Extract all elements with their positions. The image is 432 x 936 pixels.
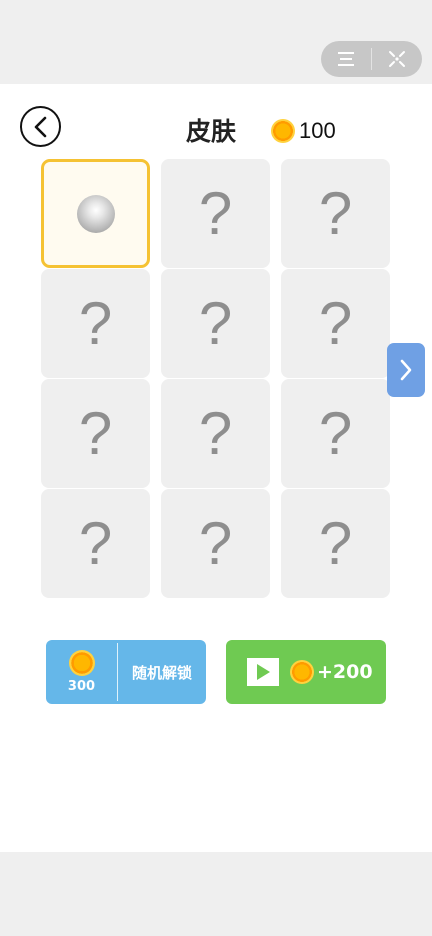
bottom-bar <box>0 852 432 936</box>
skin-cell-locked[interactable]: ? <box>161 159 270 268</box>
coin-icon <box>68 650 95 676</box>
menu-icon <box>338 52 354 66</box>
skin-cell-locked[interactable]: ? <box>41 489 150 598</box>
coin-balance: 100 <box>271 116 336 146</box>
close-target-icon <box>389 51 405 67</box>
coin-count: 100 <box>299 118 336 143</box>
skin-cell-locked[interactable]: ? <box>281 379 390 488</box>
skin-grid: ??????????? <box>41 159 390 598</box>
skin-cell-locked[interactable]: ? <box>281 489 390 598</box>
play-icon <box>257 664 270 680</box>
locked-question-mark: ? <box>78 399 113 467</box>
skin-cell-locked[interactable]: ? <box>281 269 390 378</box>
capsule-close-button[interactable] <box>372 41 422 77</box>
locked-question-mark: ? <box>198 399 233 467</box>
page-title: 皮肤 <box>186 117 237 146</box>
chevron-left-icon <box>34 116 46 137</box>
unlock-price: 300 <box>46 640 117 704</box>
locked-question-mark: ? <box>318 289 353 357</box>
locked-question-mark: ? <box>318 179 353 247</box>
watch-video-button[interactable]: +200 <box>226 640 386 704</box>
random-unlock-button[interactable]: 300 随机解锁 <box>46 640 206 704</box>
video-reward-value: +200 <box>317 661 373 683</box>
coin-icon <box>290 660 314 684</box>
skin-cell-selected[interactable] <box>41 159 150 268</box>
skin-cell-locked[interactable]: ? <box>41 379 150 488</box>
locked-question-mark: ? <box>198 509 233 577</box>
next-page-button[interactable] <box>387 343 425 397</box>
ball-skin-icon <box>76 194 115 233</box>
locked-question-mark: ? <box>198 289 233 357</box>
skin-cell-locked[interactable]: ? <box>161 379 270 488</box>
back-button[interactable] <box>20 106 61 147</box>
unlock-price-value: 300 <box>67 679 96 694</box>
skin-cell-locked[interactable]: ? <box>41 269 150 378</box>
capsule-menu-button[interactable] <box>321 41 371 77</box>
locked-question-mark: ? <box>318 509 353 577</box>
locked-question-mark: ? <box>198 179 233 247</box>
skin-cell-locked[interactable]: ? <box>281 159 390 268</box>
skin-cell-locked[interactable]: ? <box>161 489 270 598</box>
locked-question-mark: ? <box>78 289 113 357</box>
locked-question-mark: ? <box>78 509 113 577</box>
coin-icon <box>271 119 295 143</box>
chevron-right-icon <box>400 359 412 381</box>
random-unlock-label: 随机解锁 <box>131 663 192 682</box>
mini-program-capsule <box>321 41 422 77</box>
play-video-icon <box>247 658 279 686</box>
locked-question-mark: ? <box>318 399 353 467</box>
skin-cell-locked[interactable]: ? <box>161 269 270 378</box>
